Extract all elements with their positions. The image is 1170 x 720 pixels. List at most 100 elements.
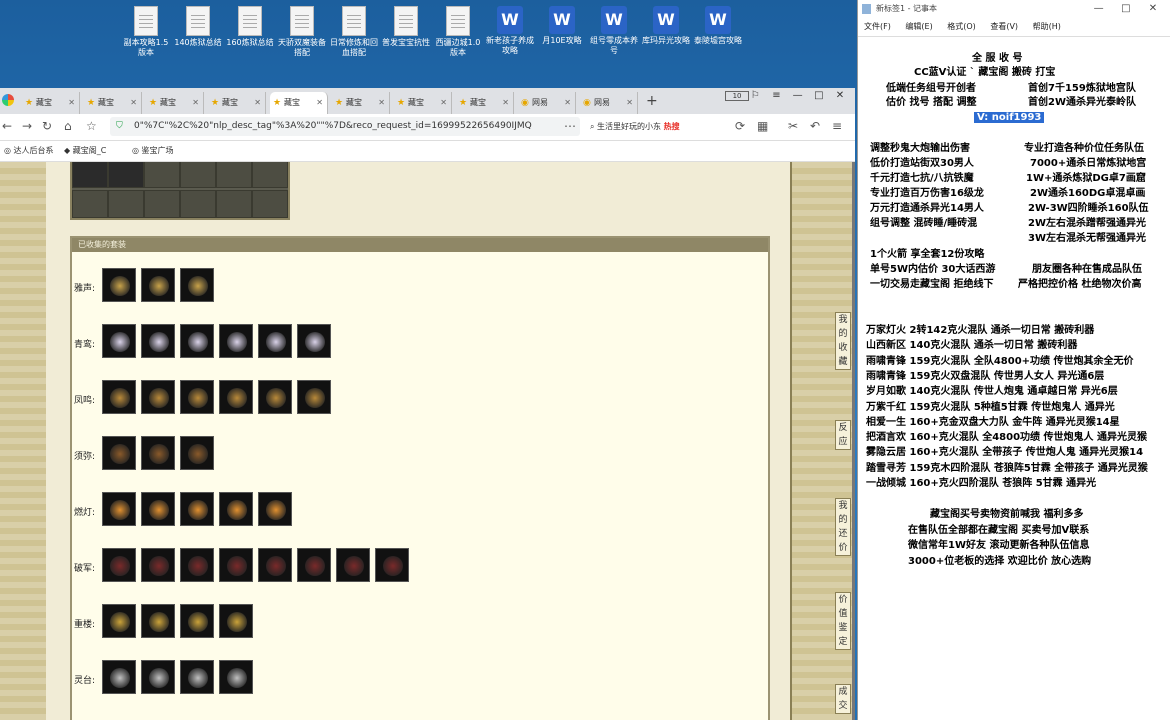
inventory-slot[interactable] bbox=[108, 162, 144, 188]
outfit-item-icon[interactable] bbox=[219, 324, 253, 358]
inventory-slot[interactable] bbox=[72, 190, 108, 218]
back-icon[interactable]: ← bbox=[2, 119, 12, 133]
outfit-item-icon[interactable] bbox=[141, 660, 175, 694]
side-panel-tab[interactable]: 价值鉴定 bbox=[835, 592, 851, 650]
notepad-minimize-button[interactable]: — bbox=[1087, 0, 1111, 18]
close-tab-icon[interactable]: ✕ bbox=[254, 92, 261, 114]
browser-tab[interactable]: ★ 藏宝 ✕ bbox=[456, 92, 514, 114]
bookmark-item[interactable]: ◆ 藏宝阁_C bbox=[64, 141, 106, 161]
desktop-file-icon[interactable]: 普发宝宝抗性 bbox=[380, 4, 432, 48]
outfit-item-icon[interactable] bbox=[180, 660, 214, 694]
outfit-item-icon[interactable] bbox=[102, 268, 136, 302]
outfit-item-icon[interactable] bbox=[258, 324, 292, 358]
minimize-button[interactable]: — bbox=[789, 90, 807, 101]
menu-edit[interactable]: 编辑(E) bbox=[905, 22, 932, 31]
refresh-icon[interactable]: ↻ bbox=[42, 119, 52, 133]
outfit-item-icon[interactable] bbox=[180, 604, 214, 638]
desktop-file-icon[interactable]: 副本攻略1.5版本 bbox=[120, 4, 172, 58]
outfit-item-icon[interactable] bbox=[102, 492, 136, 526]
inventory-slot[interactable] bbox=[72, 162, 108, 188]
outfit-item-icon[interactable] bbox=[219, 492, 253, 526]
inventory-slot[interactable] bbox=[144, 162, 180, 188]
desktop-file-icon[interactable]: W 泰陵墟宫攻略 bbox=[692, 4, 744, 46]
undo-icon[interactable]: ↶ bbox=[810, 119, 820, 133]
menu-help[interactable]: 帮助(H) bbox=[1033, 22, 1061, 31]
outfit-item-icon[interactable] bbox=[141, 548, 175, 582]
close-tab-icon[interactable]: ✕ bbox=[440, 92, 447, 114]
bookmark-star-icon[interactable]: ☆ bbox=[86, 119, 97, 133]
menu-lines-icon[interactable]: ≡ bbox=[767, 90, 785, 101]
menu-view[interactable]: 查看(V) bbox=[990, 22, 1018, 31]
desktop-file-icon[interactable]: 160炼狱总结 bbox=[224, 4, 276, 48]
notepad-maximize-button[interactable]: □ bbox=[1114, 0, 1138, 18]
desktop-file-icon[interactable]: 140炼狱总结 bbox=[172, 4, 224, 48]
browser-tab[interactable]: ★ 藏宝 ✕ bbox=[394, 92, 452, 114]
tab-count-badge[interactable]: 10 bbox=[725, 90, 750, 101]
outfit-item-icon[interactable] bbox=[258, 548, 292, 582]
inventory-slot[interactable] bbox=[180, 190, 216, 218]
browser-tab[interactable]: ★ 藏宝 ✕ bbox=[146, 92, 204, 114]
outfit-item-icon[interactable] bbox=[180, 324, 214, 358]
desktop-file-icon[interactable]: 天骄双魔装备搭配 bbox=[276, 4, 328, 58]
maximize-button[interactable]: □ bbox=[810, 90, 828, 101]
address-bar[interactable]: ⛉ 0"%7C"%2C%20"nlp_desc_tag"%3A%20""%7D&… bbox=[110, 117, 580, 136]
close-tab-icon[interactable]: ✕ bbox=[564, 92, 571, 114]
outfit-item-icon[interactable] bbox=[102, 324, 136, 358]
outfit-item-icon[interactable] bbox=[219, 380, 253, 414]
shirt-icon[interactable]: ⚐ bbox=[746, 90, 764, 101]
outfit-item-icon[interactable] bbox=[258, 492, 292, 526]
outfit-item-icon[interactable] bbox=[102, 380, 136, 414]
close-tab-icon[interactable]: ✕ bbox=[192, 92, 199, 114]
home-icon[interactable]: ⌂ bbox=[64, 119, 72, 133]
notepad-text-area[interactable]: 全 服 收 号 CC蓝V认证 ` 藏宝阁 搬砖 打宝 低端任务组号开创者 首创7… bbox=[858, 38, 1170, 720]
side-panel-tab[interactable]: 成交 bbox=[835, 684, 851, 714]
side-panel-tab[interactable]: 我的还价 bbox=[835, 498, 851, 556]
browser-tab[interactable]: ◉ 网易 ✕ bbox=[518, 92, 576, 114]
more-icon[interactable]: ⋯ bbox=[564, 119, 576, 133]
outfit-item-icon[interactable] bbox=[141, 324, 175, 358]
close-tab-icon[interactable]: ✕ bbox=[130, 92, 137, 114]
close-tab-icon[interactable]: ✕ bbox=[502, 92, 509, 114]
outfit-item-icon[interactable] bbox=[297, 380, 331, 414]
inventory-slot[interactable] bbox=[144, 190, 180, 218]
outfit-item-icon[interactable] bbox=[180, 268, 214, 302]
bookmark-item[interactable]: ◎ 鉴宝广场 bbox=[132, 141, 174, 161]
notepad-close-button[interactable]: ✕ bbox=[1141, 0, 1165, 18]
search-input[interactable]: ⌕ 生活里好玩的小东 热搜 bbox=[590, 117, 720, 136]
close-button[interactable]: ✕ bbox=[831, 90, 849, 101]
side-panel-tab[interactable]: 反应 bbox=[835, 420, 851, 450]
inventory-slot[interactable] bbox=[180, 162, 216, 188]
desktop-file-icon[interactable]: 西疆边城1.0版本 bbox=[432, 4, 484, 58]
browser-tab[interactable]: ★ 藏宝 ✕ bbox=[332, 92, 390, 114]
outfit-item-icon[interactable] bbox=[141, 380, 175, 414]
outfit-item-icon[interactable] bbox=[141, 268, 175, 302]
outfit-item-icon[interactable] bbox=[180, 436, 214, 470]
scissors-icon[interactable]: ✂ bbox=[788, 119, 798, 133]
new-tab-button[interactable]: + bbox=[646, 94, 658, 108]
inventory-slot[interactable] bbox=[216, 190, 252, 218]
outfit-item-icon[interactable] bbox=[141, 604, 175, 638]
outfit-item-icon[interactable] bbox=[102, 548, 136, 582]
outfit-item-icon[interactable] bbox=[258, 380, 292, 414]
close-tab-icon[interactable]: ✕ bbox=[378, 92, 385, 114]
sync-icon[interactable]: ⟳ bbox=[735, 119, 745, 133]
inventory-slot[interactable] bbox=[108, 190, 144, 218]
outfit-item-icon[interactable] bbox=[336, 548, 370, 582]
inventory-slot[interactable] bbox=[216, 162, 252, 188]
desktop-file-icon[interactable]: W 组号零成本养号 bbox=[588, 4, 640, 56]
apps-grid-icon[interactable]: ▦ bbox=[757, 119, 768, 133]
inventory-slot[interactable] bbox=[252, 162, 288, 188]
browser-tab[interactable]: ★ 藏宝 ✕ bbox=[22, 92, 80, 114]
browser-tab[interactable]: ★ 藏宝 ✕ bbox=[84, 92, 142, 114]
outfit-item-icon[interactable] bbox=[219, 604, 253, 638]
menu-file[interactable]: 文件(F) bbox=[864, 22, 891, 31]
close-tab-icon[interactable]: ✕ bbox=[68, 92, 75, 114]
outfit-item-icon[interactable] bbox=[219, 660, 253, 694]
close-tab-icon[interactable]: ✕ bbox=[316, 92, 323, 114]
side-panel-tab[interactable]: 我的收藏 bbox=[835, 312, 851, 370]
browser-menu-icon[interactable]: ≡ bbox=[832, 119, 842, 133]
inventory-slot[interactable] bbox=[252, 190, 288, 218]
outfit-item-icon[interactable] bbox=[180, 380, 214, 414]
desktop-file-icon[interactable]: W 新老孩子养成攻略 bbox=[484, 4, 536, 56]
desktop-file-icon[interactable]: W 月10E攻略 bbox=[536, 4, 588, 46]
